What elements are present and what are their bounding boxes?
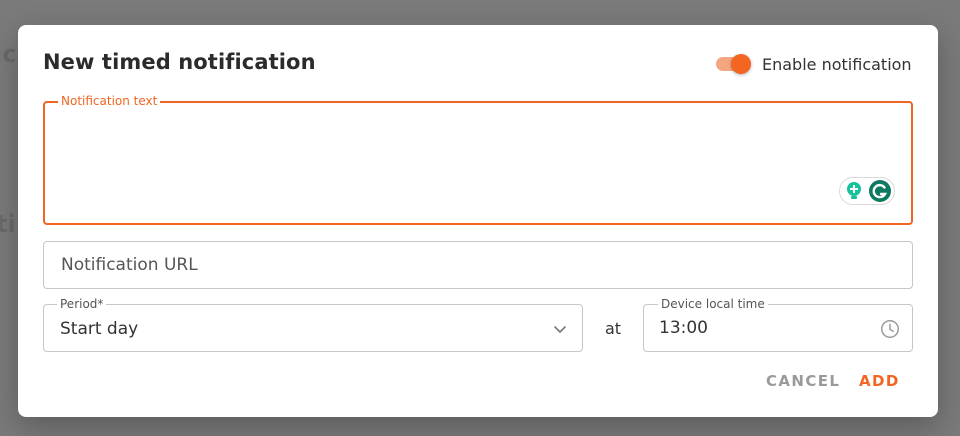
enable-notification-toggle[interactable]: [716, 53, 752, 75]
grammarly-icon: [869, 180, 891, 202]
dialog-title: New timed notification: [43, 50, 316, 74]
background-fragment: ic: [0, 40, 17, 68]
device-local-time-field[interactable]: Device local time: [643, 297, 913, 352]
grammarly-widget[interactable]: [839, 177, 895, 205]
notification-text-label: Notification text: [58, 94, 161, 108]
toggle-thumb: [731, 54, 751, 74]
lightbulb-icon: [847, 182, 861, 199]
notification-text-field[interactable]: Notification text: [43, 94, 913, 225]
period-select[interactable]: Period* Start day: [43, 297, 583, 352]
background-fragment: ti: [0, 210, 16, 238]
notification-url-input[interactable]: [61, 242, 756, 288]
clock-icon[interactable]: [879, 318, 901, 340]
new-timed-notification-dialog: New timed notification Enable notificati…: [18, 25, 938, 417]
cancel-button[interactable]: CANCEL: [766, 372, 840, 390]
chevron-down-icon: [554, 326, 566, 333]
add-button[interactable]: ADD: [859, 372, 900, 390]
at-label: at: [605, 319, 622, 338]
enable-notification-label: Enable notification: [762, 55, 912, 74]
notification-url-field[interactable]: [43, 241, 913, 289]
period-label: Period*: [57, 297, 107, 311]
period-value: Start day: [60, 319, 139, 339]
device-local-time-input[interactable]: [659, 305, 874, 351]
